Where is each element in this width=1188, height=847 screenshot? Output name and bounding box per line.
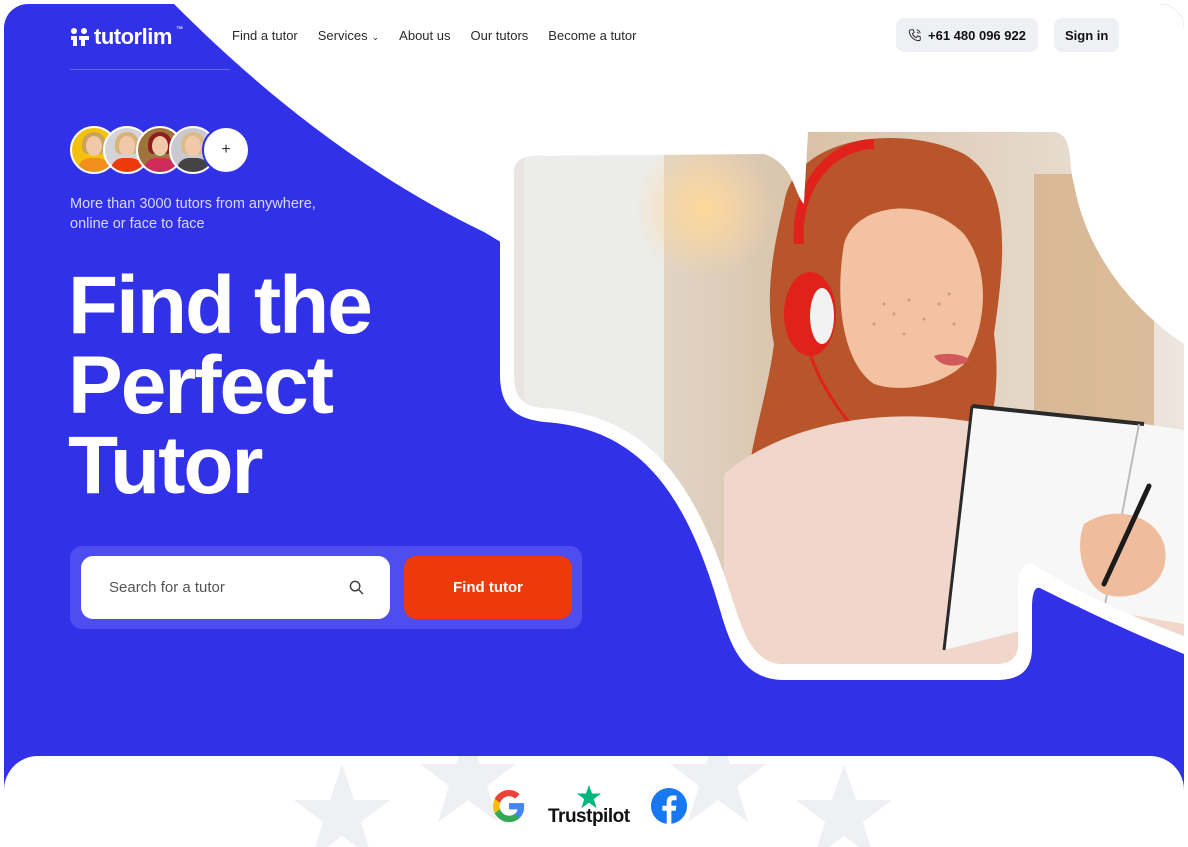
- phone-icon: [908, 29, 921, 42]
- nav-become-a-tutor[interactable]: Become a tutor: [548, 28, 636, 43]
- google-icon[interactable]: [490, 787, 528, 825]
- brand-name: tutorlim: [94, 24, 172, 49]
- search-input[interactable]: [107, 578, 331, 597]
- hero-tagline: More than 3000 tutors from anywhere, onl…: [70, 196, 316, 232]
- hero-headline: Find the Perfect Tutor: [68, 260, 373, 511]
- search-bar: Find tutor: [70, 546, 582, 629]
- trustpilot-wordmark: Trustpilot: [548, 806, 630, 827]
- review-platforms: Trustpilot: [490, 784, 688, 828]
- brand-tm: ™: [175, 26, 183, 33]
- headline-line: Tutor: [68, 420, 263, 511]
- nav-about-us[interactable]: About us: [399, 28, 450, 43]
- nav-services-label: Services: [317, 28, 368, 43]
- chevron-down-icon: ⌄: [371, 32, 380, 42]
- search-icon[interactable]: [349, 580, 364, 595]
- search-box: [81, 556, 390, 619]
- facebook-icon[interactable]: [650, 787, 688, 825]
- brand-logo[interactable]: tutorlim ™: [70, 24, 183, 50]
- more-tutors-button[interactable]: +: [202, 126, 250, 174]
- sign-in-button[interactable]: Sign in: [1054, 18, 1120, 52]
- nav-find-a-tutor[interactable]: Find a tutor: [232, 28, 298, 43]
- main-menu: Find a tutor Services ⌄ About us Our tuto…: [232, 28, 636, 43]
- trustpilot-logo[interactable]: Trustpilot: [548, 784, 630, 828]
- logo-divider: [70, 69, 230, 70]
- headline-line: Find the: [68, 260, 373, 351]
- phone-button[interactable]: +61 480 096 922: [896, 18, 1038, 52]
- background-star-icon: [294, 764, 390, 847]
- find-tutor-button[interactable]: Find tutor: [404, 556, 572, 619]
- background-star-icon: [796, 764, 892, 847]
- phone-number: +61 480 096 922: [928, 27, 1026, 43]
- reviews-strip: Trustpilot: [4, 756, 1184, 847]
- nav-services[interactable]: Services ⌄: [318, 28, 379, 43]
- headline-line: Perfect: [68, 340, 334, 431]
- logo-mark-icon: [71, 28, 89, 46]
- top-nav: tutorlim ™ Find a tutor Services ⌄ About …: [4, 4, 1184, 74]
- nav-our-tutors[interactable]: Our tutors: [471, 28, 529, 43]
- hero-frame: tutorlim ™ Find a tutor Services ⌄ About …: [4, 4, 1184, 847]
